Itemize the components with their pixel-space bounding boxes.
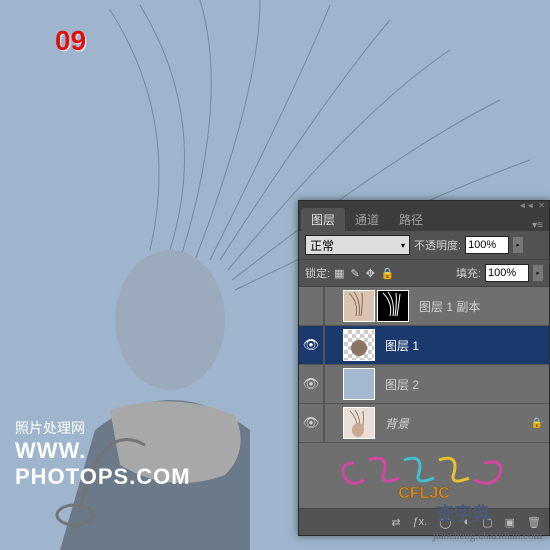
delete-layer-icon[interactable]: 🗑 bbox=[527, 516, 541, 529]
step-number: 09 bbox=[55, 25, 86, 57]
panel-tabs: 图层 通道 路径 ▾≡ bbox=[299, 209, 549, 231]
lock-indicator-icon: 🔒 bbox=[531, 418, 543, 429]
visibility-toggle[interactable] bbox=[299, 287, 324, 325]
tab-layers[interactable]: 图层 bbox=[301, 208, 345, 231]
tab-channels[interactable]: 通道 bbox=[345, 208, 389, 231]
fill-label: 填充: bbox=[456, 265, 481, 281]
visibility-toggle[interactable]: 👁 bbox=[299, 404, 324, 442]
layer-row[interactable]: 👁 图层 2 bbox=[299, 365, 549, 404]
opacity-label: 不透明度: bbox=[414, 237, 461, 253]
source-watermark: jiaocheng.chazidian.com bbox=[433, 530, 542, 542]
link-layers-icon[interactable]: ⇄ bbox=[391, 516, 400, 529]
layer-thumbnail[interactable] bbox=[343, 368, 375, 400]
layer-row[interactable]: 👁 背景 🔒 bbox=[299, 404, 549, 443]
decorative-logo: CFLJC bbox=[334, 448, 514, 503]
tab-paths[interactable]: 路径 bbox=[389, 208, 433, 231]
visibility-toggle[interactable]: 👁 bbox=[299, 326, 324, 364]
panel-empty-area: CFLJC bbox=[299, 443, 549, 509]
opacity-input[interactable]: 100% bbox=[465, 236, 509, 254]
layer-name-label[interactable]: 图层 2 bbox=[379, 376, 549, 393]
blend-mode-select[interactable]: 正常 ▾ bbox=[305, 235, 410, 255]
layer-thumbnail[interactable] bbox=[343, 329, 375, 361]
chazidian-logo: 查字典 bbox=[436, 500, 490, 526]
layer-name-label[interactable]: 图层 1 bbox=[379, 337, 549, 354]
close-icon[interactable]: ✕ bbox=[538, 201, 545, 210]
mask-thumbnail[interactable] bbox=[377, 290, 409, 322]
panel-menu-icon[interactable]: ▾≡ bbox=[526, 220, 549, 231]
lock-buttons: ▦ ✎ ✥ 🔒 bbox=[334, 267, 395, 280]
fill-input[interactable]: 100% bbox=[485, 264, 529, 282]
watermark-www: WWW. bbox=[15, 438, 191, 464]
layer-row[interactable]: 👁 图层 1 bbox=[299, 326, 549, 365]
lock-label: 锁定: bbox=[305, 265, 330, 281]
lock-pixels-icon[interactable]: ✎ bbox=[350, 267, 359, 280]
layer-list: 图层 1 副本 👁 图层 1 👁 图层 2 👁 bbox=[299, 287, 549, 443]
layer-name-label[interactable]: 背景 bbox=[379, 415, 531, 432]
fill-flyout-icon[interactable]: ▸ bbox=[533, 265, 543, 281]
opacity-flyout-icon[interactable]: ▸ bbox=[513, 237, 523, 253]
visibility-toggle[interactable]: 👁 bbox=[299, 365, 324, 403]
blend-mode-value: 正常 bbox=[310, 237, 334, 254]
watermark-domain: PHOTOPS.COM bbox=[15, 464, 191, 490]
collapse-icon[interactable]: ◄◄ bbox=[518, 201, 534, 210]
lock-transparency-icon[interactable]: ▦ bbox=[334, 267, 344, 280]
lock-all-icon[interactable]: 🔒 bbox=[381, 267, 395, 280]
chevron-down-icon: ▾ bbox=[401, 241, 405, 250]
blend-opacity-row: 正常 ▾ 不透明度: 100% ▸ bbox=[299, 231, 549, 260]
watermark-photops: 照片处理网 WWW. PHOTOPS.COM bbox=[15, 418, 191, 490]
lock-fill-row: 锁定: ▦ ✎ ✥ 🔒 填充: 100% ▸ bbox=[299, 260, 549, 287]
layer-name-label[interactable]: 图层 1 副本 bbox=[413, 298, 549, 315]
new-layer-icon[interactable]: ▣ bbox=[505, 516, 515, 529]
lock-position-icon[interactable]: ✥ bbox=[366, 267, 375, 280]
layer-thumbnail[interactable] bbox=[343, 290, 375, 322]
watermark-cn: 照片处理网 bbox=[15, 418, 191, 438]
layer-thumbnail[interactable] bbox=[343, 407, 375, 439]
fx-icon[interactable]: ƒx. bbox=[413, 516, 428, 528]
layers-panel: ◄◄ ✕ 图层 通道 路径 ▾≡ 正常 ▾ 不透明度: 100% ▸ 锁定: ▦… bbox=[298, 200, 550, 536]
layer-row[interactable]: 图层 1 副本 bbox=[299, 287, 549, 326]
